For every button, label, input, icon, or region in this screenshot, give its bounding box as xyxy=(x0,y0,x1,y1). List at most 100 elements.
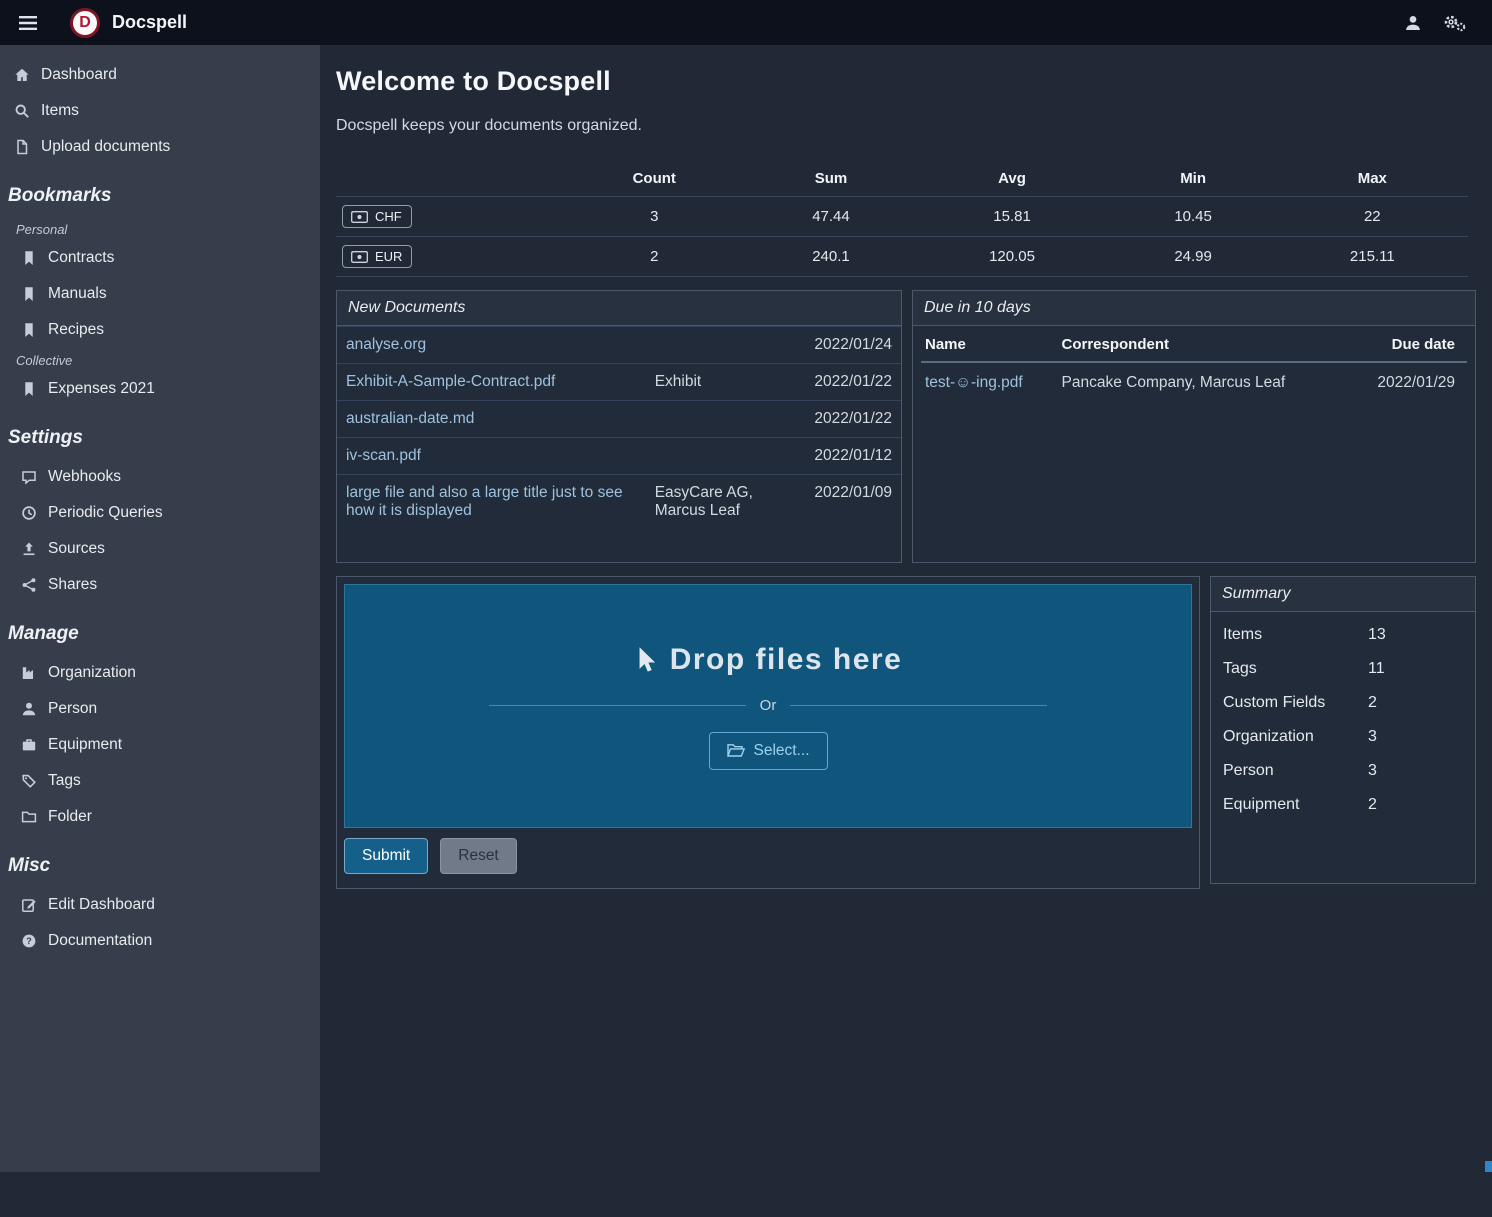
currency-badge: EUR xyxy=(342,245,412,268)
document-date: 2022/01/12 xyxy=(805,447,892,465)
drop-label: Drop files here xyxy=(670,643,903,677)
sidebar-item-periodic-queries[interactable]: Periodic Queries xyxy=(0,495,320,531)
folder-icon xyxy=(21,809,37,825)
sidebar-item-items[interactable]: Items xyxy=(0,93,320,129)
summary-panel: Summary Items 13 Tags 11 Custom Fields 2… xyxy=(1210,576,1476,884)
question-circle-icon: ? xyxy=(21,933,37,949)
sidebar-item-organization[interactable]: Organization xyxy=(0,655,320,691)
sidebar-item-label: Webhooks xyxy=(48,468,121,486)
bookmark-icon xyxy=(21,286,37,302)
scrollbar-thumb[interactable] xyxy=(1485,1161,1492,1172)
cogs-icon xyxy=(1442,14,1466,32)
sidebar-item-shares[interactable]: Shares xyxy=(0,567,320,603)
stat-min: 24.99 xyxy=(1110,237,1277,277)
document-link[interactable]: analyse.org xyxy=(346,336,647,354)
stat-sum: 47.44 xyxy=(747,197,914,237)
due-header-date: Due date xyxy=(1358,326,1467,362)
currency-label: EUR xyxy=(375,249,402,264)
document-row: analyse.org 2022/01/24 xyxy=(337,326,901,363)
sidebar: Dashboard Items Upload documents Bookmar… xyxy=(0,45,320,1172)
sidebar-item-tags[interactable]: Tags xyxy=(0,763,320,799)
document-link[interactable]: iv-scan.pdf xyxy=(346,447,647,465)
tag-icon xyxy=(21,773,37,789)
person-icon xyxy=(21,701,37,717)
divider-line xyxy=(489,705,746,706)
app-name: Docspell xyxy=(112,12,187,33)
sidebar-item-label: Person xyxy=(48,700,97,718)
sidebar-item-label: Shares xyxy=(48,576,97,594)
reset-button[interactable]: Reset xyxy=(440,838,517,874)
document-row: large file and also a large title just t… xyxy=(337,474,901,529)
sidebar-item-label: Documentation xyxy=(48,932,152,950)
mouse-pointer-icon xyxy=(634,646,656,674)
document-link[interactable]: large file and also a large title just t… xyxy=(346,484,647,520)
briefcase-icon xyxy=(21,737,37,753)
sidebar-item-upload-documents[interactable]: Upload documents xyxy=(0,129,320,165)
sidebar-item-webhooks[interactable]: Webhooks xyxy=(0,459,320,495)
summary-label: Custom Fields xyxy=(1223,694,1368,712)
sidebar-item-recipes[interactable]: Recipes xyxy=(0,312,320,348)
summary-value: 3 xyxy=(1368,762,1377,780)
file-dropzone[interactable]: Drop files here Or Select... xyxy=(344,584,1192,828)
home-icon xyxy=(14,67,30,83)
folder-open-icon xyxy=(727,743,745,758)
sidebar-item-edit-dashboard[interactable]: Edit Dashboard xyxy=(0,887,320,923)
sidebar-item-person[interactable]: Person xyxy=(0,691,320,727)
sidebar-item-documentation[interactable]: ? Documentation xyxy=(0,923,320,959)
settings-menu-button[interactable] xyxy=(1432,10,1476,36)
due-table: Name Correspondent Due date test-☺-ing.p… xyxy=(921,326,1467,403)
due-header-name: Name xyxy=(921,326,1058,362)
sidebar-item-dashboard[interactable]: Dashboard xyxy=(0,57,320,93)
topbar: D Docspell xyxy=(0,0,1492,45)
due-correspondent: Pancake Company, Marcus Leaf xyxy=(1058,362,1358,403)
menu-button[interactable] xyxy=(16,10,40,34)
sidebar-item-label: Edit Dashboard xyxy=(48,896,155,914)
sidebar-item-label: Organization xyxy=(48,664,136,682)
document-link[interactable]: australian-date.md xyxy=(346,410,647,428)
submit-button[interactable]: Submit xyxy=(344,838,428,874)
document-meta: Exhibit xyxy=(655,373,797,391)
select-files-button[interactable]: Select... xyxy=(709,732,828,770)
currency-stats-table: Count Sum Avg Min Max CHF 3 47.44 15.81 … xyxy=(336,161,1468,277)
document-row: iv-scan.pdf 2022/01/12 xyxy=(337,437,901,474)
sidebar-item-label: Manuals xyxy=(48,285,107,303)
sidebar-sublabel-personal: Personal xyxy=(0,217,320,240)
sidebar-item-label: Items xyxy=(41,102,79,120)
document-date: 2022/01/22 xyxy=(805,373,892,391)
sidebar-item-label: Upload documents xyxy=(41,138,170,156)
stat-count: 3 xyxy=(561,197,747,237)
document-row: australian-date.md 2022/01/22 xyxy=(337,400,901,437)
summary-value: 13 xyxy=(1368,626,1386,644)
document-row: Exhibit-A-Sample-Contract.pdf Exhibit 20… xyxy=(337,363,901,400)
panel-title: Summary xyxy=(1211,577,1475,612)
summary-label: Person xyxy=(1223,762,1368,780)
stats-row-chf: CHF 3 47.44 15.81 10.45 22 xyxy=(336,197,1468,237)
user-menu-button[interactable] xyxy=(1394,10,1432,36)
stat-count: 2 xyxy=(561,237,747,277)
money-bill-icon xyxy=(351,251,368,263)
summary-value: 3 xyxy=(1368,728,1377,746)
sidebar-item-label: Tags xyxy=(48,772,81,790)
panel-title: Due in 10 days xyxy=(913,291,1475,326)
sidebar-item-contracts[interactable]: Contracts xyxy=(0,240,320,276)
comment-icon xyxy=(21,469,37,485)
document-link[interactable]: Exhibit-A-Sample-Contract.pdf xyxy=(346,373,647,391)
stats-header-max: Max xyxy=(1277,161,1468,197)
document-date: 2022/01/22 xyxy=(805,410,892,428)
stats-header-min: Min xyxy=(1110,161,1277,197)
due-date: 2022/01/29 xyxy=(1358,362,1467,403)
currency-badge: CHF xyxy=(342,205,412,228)
sidebar-item-equipment[interactable]: Equipment xyxy=(0,727,320,763)
sidebar-item-label: Expenses 2021 xyxy=(48,380,155,398)
summary-row: Tags 11 xyxy=(1211,652,1475,686)
sidebar-item-manuals[interactable]: Manuals xyxy=(0,276,320,312)
sidebar-item-sources[interactable]: Sources xyxy=(0,531,320,567)
summary-label: Items xyxy=(1223,626,1368,644)
sidebar-section-settings: Settings xyxy=(0,407,320,459)
file-icon xyxy=(14,139,30,155)
industry-icon xyxy=(21,665,37,681)
due-document-link[interactable]: test-☺-ing.pdf xyxy=(925,374,1023,391)
sidebar-item-expenses-2021[interactable]: Expenses 2021 xyxy=(0,371,320,407)
due-header-row: Name Correspondent Due date xyxy=(921,326,1467,362)
sidebar-item-folder[interactable]: Folder xyxy=(0,799,320,835)
